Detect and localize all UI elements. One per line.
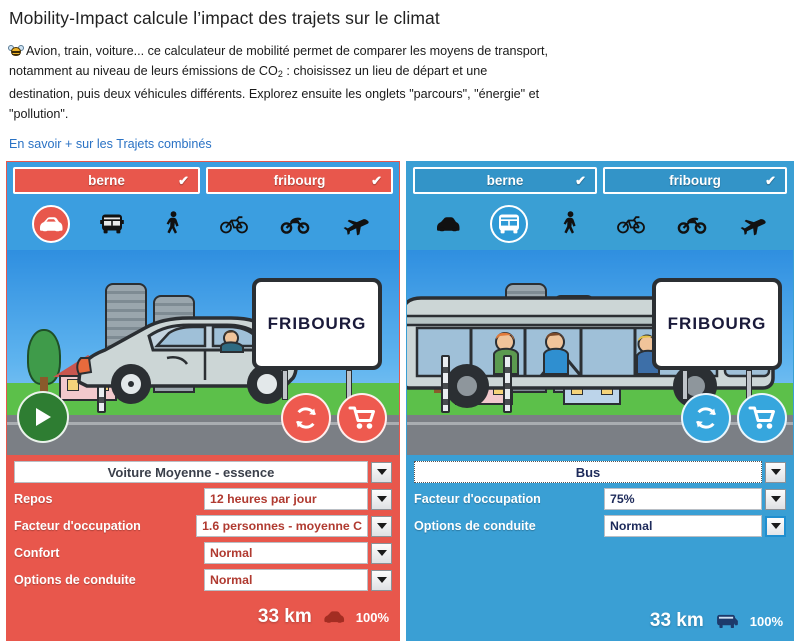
left-field-occupation: Facteur d'occupation 1.6 personnes - moy…: [14, 515, 392, 537]
right-mode-pedestrian[interactable]: [551, 205, 589, 243]
chevron-down-icon[interactable]: [765, 515, 786, 537]
left-share: 100%: [355, 609, 389, 625]
right-field-driving-value[interactable]: Normal: [604, 515, 762, 537]
check-icon: ✔: [765, 172, 776, 188]
left-field-driving-value[interactable]: Normal: [204, 569, 368, 591]
left-origin-button[interactable]: berne ✔: [13, 167, 200, 194]
right-scene: FRIBOURG: [407, 250, 793, 455]
right-mode-motorcycle[interactable]: [673, 205, 711, 243]
page-title: Mobility-Impact calcule l’impact des tra…: [9, 8, 440, 28]
left-footer: 33 km 100%: [7, 600, 399, 636]
right-mode-airplane[interactable]: [734, 205, 772, 243]
right-distance: 33 km: [649, 610, 704, 631]
right-field-occupation-value[interactable]: 75%: [604, 488, 762, 510]
left-field-repos-value[interactable]: 12 heures par jour: [204, 488, 368, 510]
left-field-driving-label: Options de conduite: [14, 573, 136, 587]
left-field-occupation-value[interactable]: 1.6 personnes - moyenne C: [196, 515, 368, 537]
left-cart-button[interactable]: [337, 393, 387, 443]
left-vehicle-select[interactable]: Voiture Moyenne - essence: [14, 461, 368, 483]
left-field-confort-value[interactable]: Normal: [204, 542, 368, 564]
chevron-down-icon[interactable]: [371, 515, 392, 537]
pole-icon: [503, 355, 512, 413]
car-icon: [322, 610, 346, 624]
left-refresh-button[interactable]: [281, 393, 331, 443]
right-field-driving: Options de conduite Normal: [414, 515, 786, 537]
chevron-down-icon[interactable]: [371, 488, 392, 510]
right-destination-sign: FRIBOURG: [652, 278, 782, 400]
right-mode-selector: [407, 198, 793, 250]
left-mode-motorcycle[interactable]: [276, 205, 314, 243]
right-vehicle-row: Bus: [414, 461, 786, 483]
chevron-down-icon[interactable]: [371, 569, 392, 591]
left-mode-car[interactable]: [31, 205, 70, 243]
left-scene: FRIBOURG: [7, 250, 399, 455]
right-origin-label: berne: [486, 173, 524, 188]
left-city-row: berne ✔ fribourg ✔: [7, 162, 399, 198]
right-mode-bicycle[interactable]: [612, 205, 650, 243]
left-field-repos-label: Repos: [14, 492, 53, 506]
intro-paragraph: Avion, train, voiture... ce calculateur …: [8, 41, 554, 124]
right-destination-label: fribourg: [669, 173, 721, 188]
left-vehicle-row: Voiture Moyenne - essence: [14, 461, 392, 483]
check-icon: ✔: [178, 172, 189, 188]
pole-icon: [441, 355, 450, 413]
left-distance: 33 km: [257, 606, 312, 627]
left-field-repos: Repos 12 heures par jour: [14, 488, 392, 510]
left-controls: Voiture Moyenne - essence Repos 12 heure…: [7, 455, 399, 600]
learn-more-link[interactable]: En savoir + sur les Trajets combinés: [9, 137, 212, 151]
right-vehicle-select[interactable]: Bus: [414, 461, 762, 483]
left-field-occupation-label: Facteur d'occupation: [14, 519, 141, 533]
chevron-down-icon[interactable]: [371, 542, 392, 564]
left-mode-selector: [7, 198, 399, 250]
right-field-occupation: Facteur d'occupation 75%: [414, 488, 786, 510]
right-field-occupation-label: Facteur d'occupation: [414, 492, 541, 506]
right-footer: 33 km 100%: [407, 604, 793, 640]
right-destination-button[interactable]: fribourg ✔: [603, 167, 787, 194]
left-mode-airplane[interactable]: [337, 205, 375, 243]
right-controls: Bus Facteur d'occupation 75% Options de …: [407, 455, 793, 604]
bus-icon: [714, 613, 740, 630]
left-field-confort-label: Confort: [14, 546, 60, 560]
left-destination-label: fribourg: [273, 173, 326, 188]
road-strip: [407, 415, 793, 455]
left-field-driving: Options de conduite Normal: [14, 569, 392, 591]
left-mode-bus[interactable]: [93, 205, 131, 243]
left-vehicle-panel: berne ✔ fribourg ✔ FRIBOURG Voiture Moye…: [6, 161, 400, 641]
left-field-confort: Confort Normal: [14, 542, 392, 564]
right-refresh-button[interactable]: [681, 393, 731, 443]
left-destination-button[interactable]: fribourg ✔: [206, 167, 393, 194]
check-icon: ✔: [371, 172, 382, 188]
right-sign-label: FRIBOURG: [667, 314, 767, 333]
right-field-driving-label: Options de conduite: [414, 519, 536, 533]
comparison-panels: berne ✔ fribourg ✔ FRIBOURG Voiture Moye…: [0, 161, 800, 641]
right-share: 100%: [749, 613, 783, 629]
right-mode-car[interactable]: [429, 205, 467, 243]
right-origin-button[interactable]: berne ✔: [413, 167, 597, 194]
left-origin-label: berne: [88, 173, 125, 188]
chevron-down-icon[interactable]: [371, 461, 392, 483]
bee-icon: [8, 45, 24, 57]
right-city-row: berne ✔ fribourg ✔: [407, 162, 793, 198]
chevron-down-icon[interactable]: [765, 461, 786, 483]
left-mode-pedestrian[interactable]: [154, 205, 192, 243]
right-mode-bus[interactable]: [489, 205, 528, 243]
left-mode-bicycle[interactable]: [215, 205, 253, 243]
left-destination-sign: FRIBOURG: [252, 278, 382, 400]
check-icon: ✔: [575, 172, 586, 188]
page-header: Mobility-Impact calcule l’impact des tra…: [0, 0, 800, 161]
right-cart-button[interactable]: [737, 393, 787, 443]
chevron-down-icon[interactable]: [765, 488, 786, 510]
right-vehicle-panel: berne ✔ fribourg ✔ FRIBOURG Bus Facteur …: [406, 161, 794, 641]
play-button[interactable]: [17, 391, 69, 443]
right-controls-spacer: [414, 542, 786, 600]
left-sign-label: FRIBOURG: [267, 314, 367, 333]
